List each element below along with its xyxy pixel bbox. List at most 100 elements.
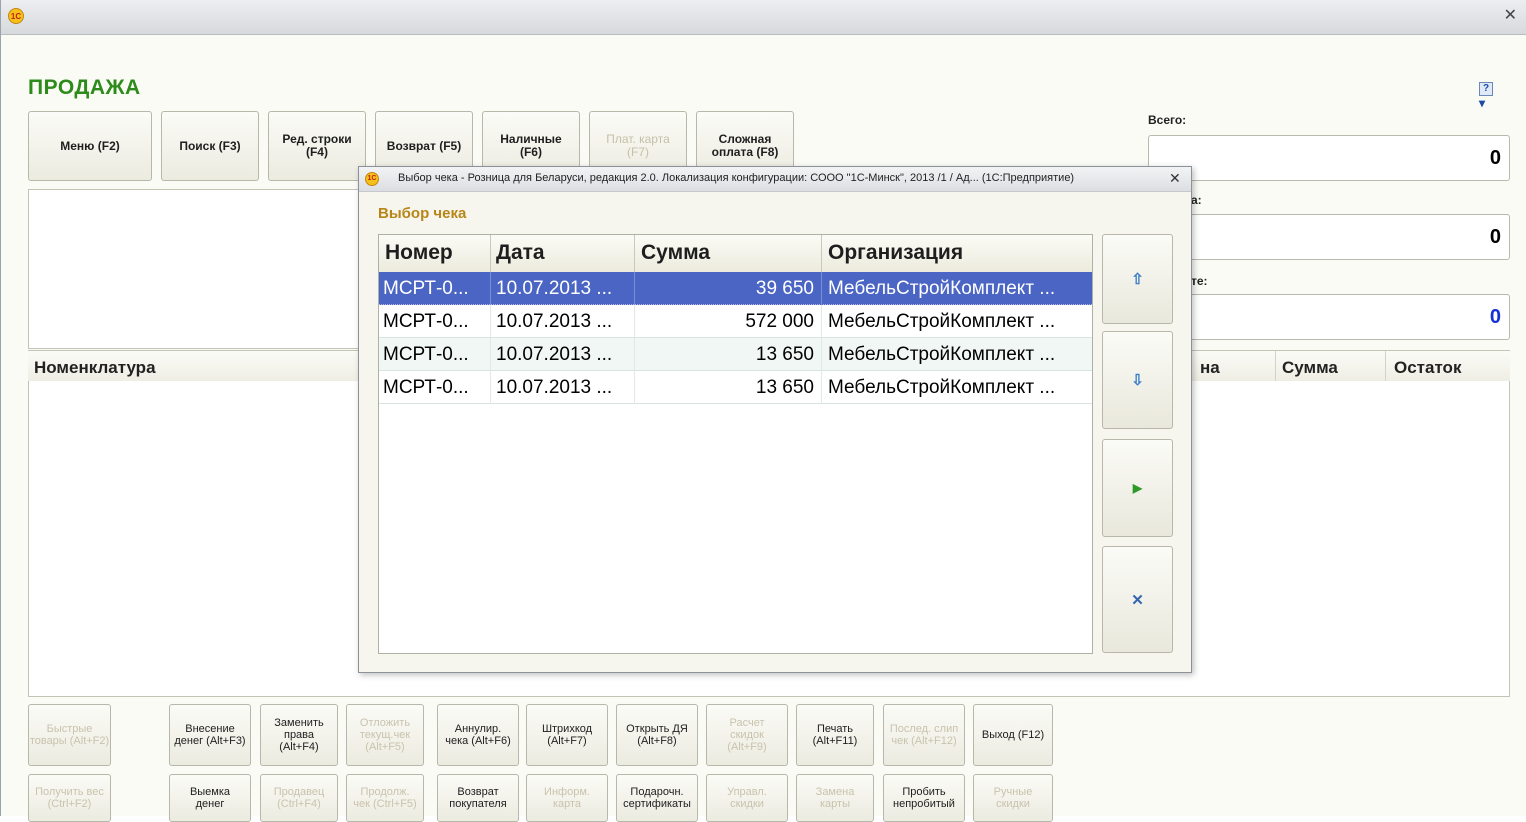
receipt-row[interactable]: МСРТ-0... 10.07.2013 ... 572 000 МебельСтро… bbox=[379, 305, 1092, 338]
get-weight-button[interactable]: Получить вес (Ctrl+F2) bbox=[28, 774, 111, 822]
column-divider bbox=[1385, 351, 1386, 382]
cancel-receipt-button[interactable]: Аннулир. чека (Alt+F6) bbox=[437, 704, 519, 766]
move-up-button[interactable]: ⇧ bbox=[1102, 234, 1173, 324]
receipt-cell-sum: 572 000 bbox=[745, 311, 814, 332]
second-total-label: а: bbox=[1191, 193, 1202, 207]
grid-cell-divider bbox=[490, 371, 491, 404]
search-button[interactable]: Поиск (F3) bbox=[161, 111, 259, 181]
cash-out-button[interactable]: Выемка денег bbox=[169, 774, 251, 822]
open-cash-drawer-button-label: Открыть ДЯ (Alt+F8) bbox=[626, 723, 688, 747]
column-divider bbox=[1275, 351, 1276, 382]
column-number[interactable]: Номер bbox=[385, 241, 453, 265]
quick-goods-button[interactable]: Быстрые товары (Alt+F2) bbox=[28, 704, 111, 766]
gift-certificates-button-label: Подарочн. сертификаты bbox=[623, 786, 691, 810]
receipt-cell-sum: 13 650 bbox=[755, 344, 814, 365]
receipt-row[interactable]: МСРТ-0... 10.07.2013 ... 39 650 МебельСтрой… bbox=[379, 272, 1092, 305]
return-button-label: Возврат (F5) bbox=[386, 138, 462, 153]
column-price: на bbox=[1200, 358, 1220, 377]
column-date[interactable]: Дата bbox=[496, 241, 545, 265]
menu-button-label: Меню (F2) bbox=[60, 138, 120, 153]
receipt-selection-dialog: 1C Выбор чека - Розница для Беларуси, ре… bbox=[358, 166, 1192, 673]
edit-row-button-label: Ред. строки (F4) bbox=[282, 132, 352, 159]
select-button[interactable]: ▶ bbox=[1102, 439, 1173, 537]
grid-cell-divider bbox=[634, 272, 635, 305]
receipt-cell-sum: 13 650 bbox=[755, 377, 814, 398]
receipt-cell-date: 10.07.2013 ... bbox=[496, 278, 613, 299]
open-cash-drawer-button[interactable]: Открыть ДЯ (Alt+F8) bbox=[616, 704, 698, 766]
dialog-titlebar: 1C Выбор чека - Розница для Беларуси, ре… bbox=[359, 167, 1191, 192]
grid-cell-divider bbox=[821, 272, 822, 305]
last-slip-button[interactable]: Послед. слип чек (Alt+F12) bbox=[883, 704, 965, 766]
page-title: ПРОДАЖА bbox=[28, 76, 141, 99]
customer-return-button[interactable]: Возврат покупателя bbox=[437, 774, 519, 822]
exit-button[interactable]: Выход (F12) bbox=[973, 704, 1053, 766]
card-payment-button-label: Плат. карта (F7) bbox=[606, 132, 670, 159]
cash-out-button-label: Выемка денег bbox=[189, 786, 231, 810]
second-total-field: 0 bbox=[1148, 214, 1510, 260]
seller-button[interactable]: Продавец (Ctrl+F4) bbox=[260, 774, 338, 822]
cancel-icon: ✕ bbox=[1131, 591, 1144, 609]
grid-cell-divider bbox=[490, 338, 491, 371]
grid-column-divider bbox=[634, 235, 635, 272]
defer-receipt-button[interactable]: Отложить текущ.чек (Alt+F5) bbox=[346, 704, 424, 766]
column-nomenclature: Номенклатура bbox=[34, 358, 156, 377]
third-total-field: 0 bbox=[1148, 294, 1510, 340]
info-card-button-label: Информ. карта bbox=[544, 786, 590, 810]
manage-discounts-button[interactable]: Управл. скидки bbox=[706, 774, 788, 822]
window-close-icon[interactable]: ✕ bbox=[1504, 8, 1517, 24]
receipt-cell-date: 10.07.2013 ... bbox=[496, 377, 613, 398]
receipt-cell-org: МебельСтройКомплект ... bbox=[828, 344, 1056, 365]
receipt-cell-number: МСРТ-0... bbox=[383, 311, 469, 332]
receipts-grid[interactable]: Номер Дата Сумма Организация МСРТ-0... 10… bbox=[378, 234, 1093, 654]
receipt-row[interactable]: МСРТ-0... 10.07.2013 ... 13 650 МебельСтрой… bbox=[379, 338, 1092, 371]
punch-unpunched-button[interactable]: Пробить непробитый bbox=[883, 774, 965, 822]
manual-discounts-button-label: Ручные скидки bbox=[993, 786, 1033, 810]
customer-return-button-label: Возврат покупателя bbox=[449, 786, 507, 810]
cash-in-button[interactable]: Внесение денег (Alt+F3) bbox=[169, 704, 251, 766]
grid-column-divider bbox=[821, 235, 822, 272]
gift-certificates-button[interactable]: Подарочн. сертификаты bbox=[616, 774, 698, 822]
help-icon[interactable]: ?▾ bbox=[1479, 80, 1497, 110]
column-sum[interactable]: Сумма bbox=[641, 241, 710, 265]
arrow-up-icon: ⇧ bbox=[1131, 271, 1144, 288]
change-rights-button[interactable]: Заменить права (Alt+F4) bbox=[260, 704, 338, 766]
receipt-cell-org: МебельСтройКомплект ... bbox=[828, 278, 1056, 299]
dialog-close-icon[interactable]: ✕ bbox=[1169, 170, 1181, 187]
info-card-button[interactable]: Информ. карта bbox=[526, 774, 608, 822]
manual-discounts-button[interactable]: Ручные скидки bbox=[973, 774, 1053, 822]
print-button[interactable]: Печать (Alt+F11) bbox=[796, 704, 874, 766]
edit-row-button[interactable]: Ред. строки (F4) bbox=[268, 111, 366, 181]
move-down-button[interactable]: ⇩ bbox=[1102, 331, 1173, 429]
window-titlebar: 1C ✕ bbox=[1, 0, 1526, 35]
receipts-grid-header: Номер Дата Сумма Организация bbox=[379, 235, 1092, 273]
column-organization[interactable]: Организация bbox=[828, 241, 963, 265]
total-field: 0 bbox=[1148, 135, 1510, 181]
barcode-button[interactable]: Штрихкод (Alt+F7) bbox=[526, 704, 608, 766]
calc-discounts-button[interactable]: Расчет скидок (Alt+F9) bbox=[706, 704, 788, 766]
play-icon: ▶ bbox=[1132, 481, 1143, 495]
cancel-button[interactable]: ✕ bbox=[1102, 546, 1173, 653]
quick-goods-button-label: Быстрые товары (Alt+F2) bbox=[29, 723, 110, 747]
continue-receipt-button[interactable]: Продолж. чек (Ctrl+F5) bbox=[346, 774, 424, 822]
last-slip-button-label: Послед. слип чек (Alt+F12) bbox=[889, 723, 959, 747]
third-total-label: те: bbox=[1191, 274, 1208, 288]
menu-button[interactable]: Меню (F2) bbox=[28, 111, 152, 181]
defer-receipt-button-label: Отложить текущ.чек (Alt+F5) bbox=[359, 717, 411, 753]
replace-card-button[interactable]: Замена карты bbox=[796, 774, 874, 822]
continue-receipt-button-label: Продолж. чек (Ctrl+F5) bbox=[353, 786, 417, 810]
grid-cell-divider bbox=[490, 305, 491, 338]
1c-logo-icon: 1C bbox=[8, 8, 24, 24]
grid-cell-divider bbox=[634, 305, 635, 338]
column-sum: Сумма bbox=[1282, 358, 1338, 377]
receipt-cell-sum: 39 650 bbox=[755, 278, 814, 299]
dialog-heading: Выбор чека bbox=[378, 205, 467, 222]
receipt-cell-date: 10.07.2013 ... bbox=[496, 311, 613, 332]
punch-unpunched-button-label: Пробить непробитый bbox=[893, 786, 955, 810]
receipt-cell-date: 10.07.2013 ... bbox=[496, 344, 613, 365]
receipt-row[interactable]: МСРТ-0... 10.07.2013 ... 13 650 МебельСтрой… bbox=[379, 371, 1092, 404]
grid-cell-divider bbox=[490, 272, 491, 305]
seller-button-label: Продавец (Ctrl+F4) bbox=[273, 786, 325, 810]
print-button-label: Печать (Alt+F11) bbox=[812, 723, 858, 747]
change-rights-button-label: Заменить права (Alt+F4) bbox=[274, 717, 324, 753]
grid-column-divider bbox=[490, 235, 491, 272]
